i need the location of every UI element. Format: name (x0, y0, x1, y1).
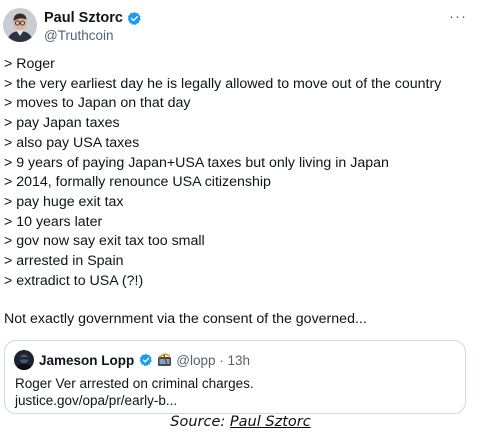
quoted-author-avatar[interactable] (14, 350, 34, 370)
tweet-line: > moves to Japan on that day (4, 95, 191, 112)
source-caption: Source: Paul Sztorc (0, 414, 481, 430)
tweet-line: > 9 years of paying Japan+USA taxes but … (4, 154, 389, 171)
quoted-tweet-header: Jameson Lopp @lopp · 13h (14, 350, 250, 370)
tweet-line: > 10 years later (4, 213, 103, 230)
quoted-author-handle[interactable]: @lopp · 13h (176, 353, 250, 368)
more-options-icon[interactable]: ··· (449, 8, 467, 25)
verified-badge-icon (139, 353, 153, 367)
tweet-closing: Not exactly government via the consent o… (4, 311, 367, 328)
tweet-line: > also pay USA taxes (4, 134, 140, 151)
tweet-line: > pay huge exit tax (4, 193, 124, 210)
tweet-line: > the very earliest day he is legally al… (4, 75, 442, 92)
quoted-tweet-line: Roger Ver arrested on criminal charges. (15, 376, 254, 391)
quoted-tweet-text: Roger Ver arrested on criminal charges. … (15, 375, 254, 409)
tweet-line: > pay Japan taxes (4, 115, 120, 132)
author-handle[interactable]: @Truthcoin (44, 28, 113, 43)
quoted-tweet[interactable]: Jameson Lopp @lopp · 13h Roger Ver arres… (4, 340, 466, 414)
tweet-card: Paul Sztorc @Truthcoin ··· > Roger > the… (0, 0, 481, 436)
author-name[interactable]: Paul Sztorc (44, 10, 123, 26)
tweet-line: > Roger (4, 56, 55, 72)
source-prefix: Source: (170, 414, 230, 430)
tweet-line: > extradict to USA (?!) (4, 272, 144, 289)
quoted-author-name[interactable]: Jameson Lopp (39, 353, 134, 368)
pickaxe-emoji-icon (157, 353, 172, 367)
tweet-line: > gov now say exit tax too small (4, 233, 205, 250)
verified-badge-icon (127, 11, 142, 26)
author-name-row: Paul Sztorc (44, 10, 142, 26)
quoted-tweet-link[interactable]: justice.gov/opa/pr/early-b... (15, 392, 254, 409)
source-link[interactable]: Paul Sztorc (230, 414, 311, 430)
tweet-line: > arrested in Spain (4, 253, 124, 270)
author-avatar[interactable] (3, 8, 37, 42)
tweet-body: > Roger > the very earliest day he is le… (4, 55, 474, 330)
tweet-line: > 2014, formally renounce USA citizenshi… (4, 174, 271, 191)
